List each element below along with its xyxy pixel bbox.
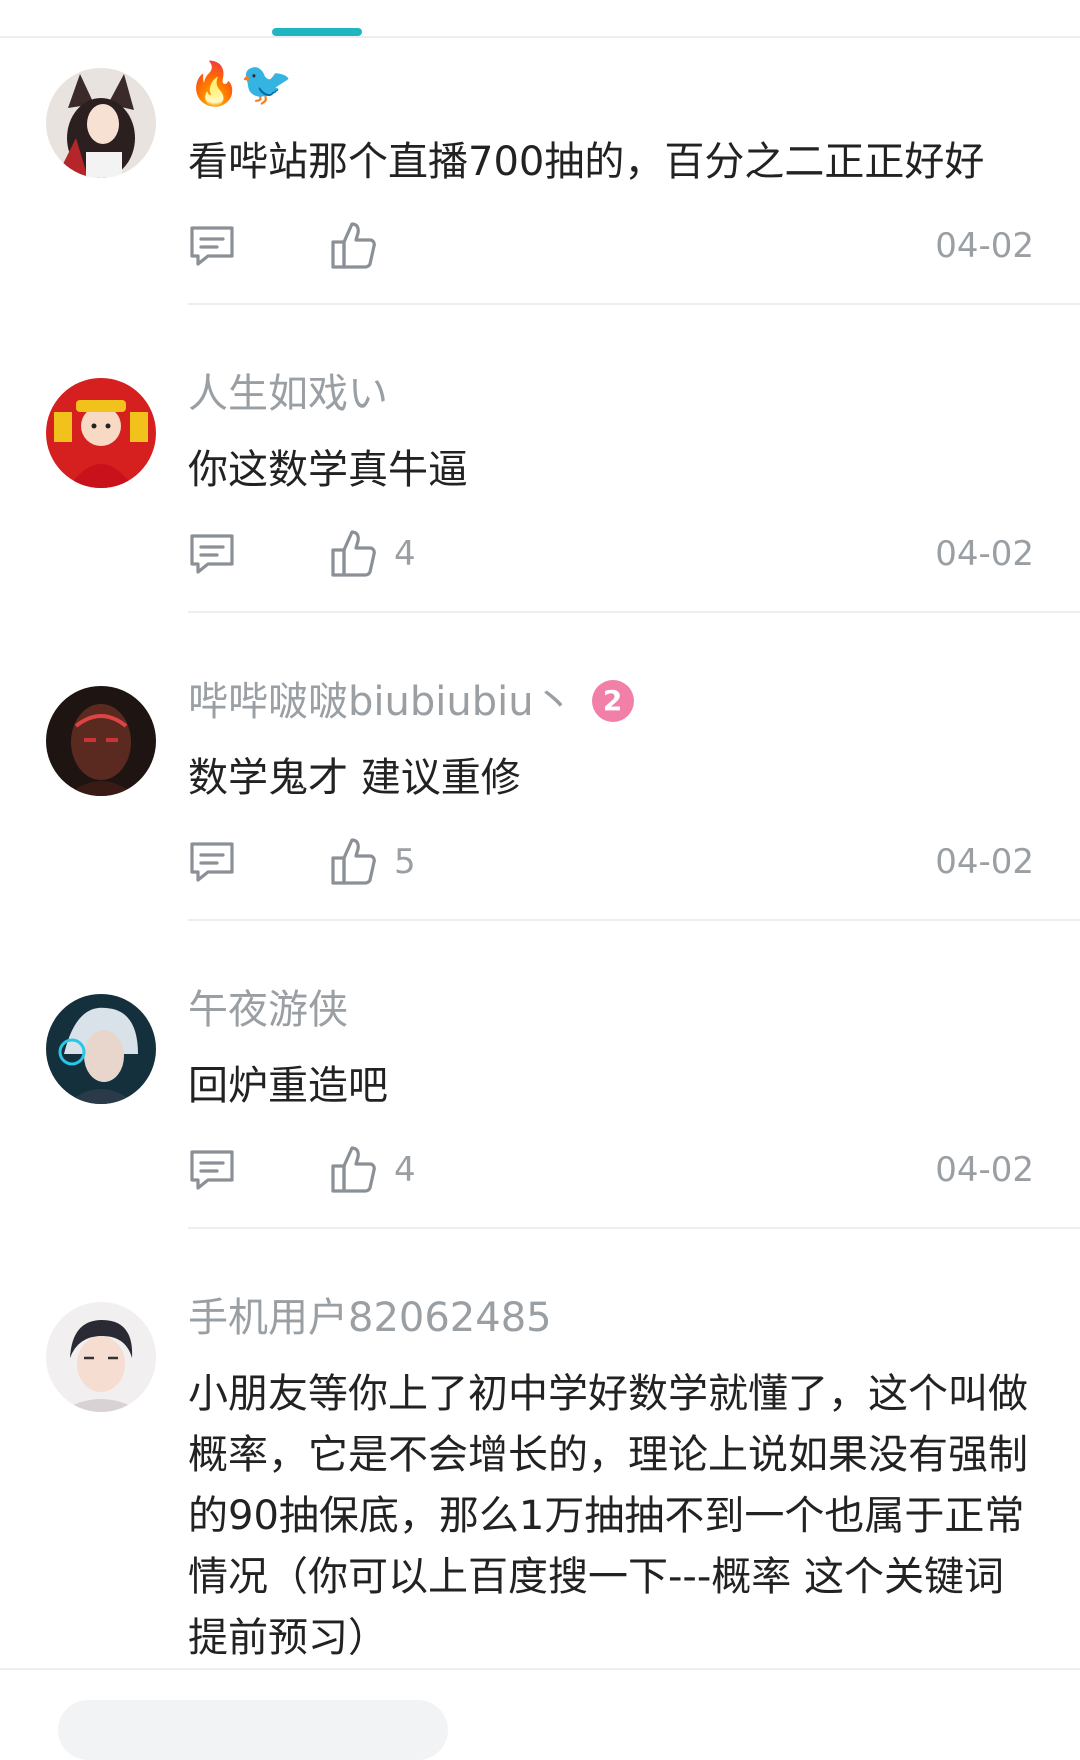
user-emoji-name: 🔥🐦: [188, 59, 293, 108]
thumbs-up-icon[interactable]: [330, 1144, 376, 1194]
comment-actions: 4 04-02: [188, 526, 1038, 582]
username-text[interactable]: 哔哔啵啵biubiubiu丶: [188, 679, 574, 725]
comment-text: 数学鬼才 建议重修: [188, 755, 521, 801]
like-count: 5: [394, 842, 416, 882]
comment-divider: [188, 611, 1080, 613]
comment-divider: [188, 1227, 1080, 1229]
top-divider: [0, 36, 1080, 38]
avatar[interactable]: [46, 68, 156, 178]
username[interactable]: 哔哔啵啵biubiubiu丶 2: [188, 676, 634, 728]
comment-text: 你这数学真牛逼: [188, 447, 468, 493]
comment-bubble-icon[interactable]: [188, 1148, 236, 1192]
avatar[interactable]: [46, 1302, 156, 1412]
active-tab-indicator: [272, 28, 362, 36]
comment-date: 04-02: [935, 226, 1034, 266]
comment-input-bar[interactable]: [58, 1700, 448, 1760]
comment-actions: 04-02: [188, 218, 1038, 274]
avatar[interactable]: [46, 378, 156, 488]
username[interactable]: 午夜游侠: [188, 984, 348, 1036]
username[interactable]: 人生如戏い: [188, 368, 388, 420]
comment-date: 04-02: [935, 842, 1034, 882]
comment-bubble-icon[interactable]: [188, 532, 236, 576]
level-badge: 2: [591, 680, 634, 722]
thumbs-up-icon[interactable]: [330, 836, 376, 886]
comment-actions: 4 04-02: [188, 1142, 1038, 1198]
avatar[interactable]: [46, 686, 156, 796]
comment-actions: 5 04-02: [188, 834, 1038, 890]
comment-bubble-icon[interactable]: [188, 840, 236, 884]
like-count: 4: [394, 534, 416, 574]
avatar[interactable]: [46, 994, 156, 1104]
comment-divider: [188, 303, 1080, 305]
comment-bubble-icon[interactable]: [188, 224, 236, 268]
username[interactable]: 手机用户82062485: [188, 1292, 552, 1344]
comment-text: 小朋友等你上了初中学好数学就懂了，这个叫做概率，它是不会增长的，理论上说如果没有…: [188, 1371, 1028, 1661]
thumbs-up-icon[interactable]: [330, 220, 376, 270]
thumbs-up-icon[interactable]: [330, 528, 376, 578]
comment-date: 04-02: [935, 1150, 1034, 1190]
like-count: 4: [394, 1150, 416, 1190]
comment-text: 看哔站那个直播700抽的，百分之二正正好好: [188, 139, 985, 185]
bottom-divider: [0, 1668, 1080, 1670]
comment-divider: [188, 919, 1080, 921]
comment-text: 回炉重造吧: [188, 1063, 388, 1109]
comment-date: 04-02: [935, 534, 1034, 574]
